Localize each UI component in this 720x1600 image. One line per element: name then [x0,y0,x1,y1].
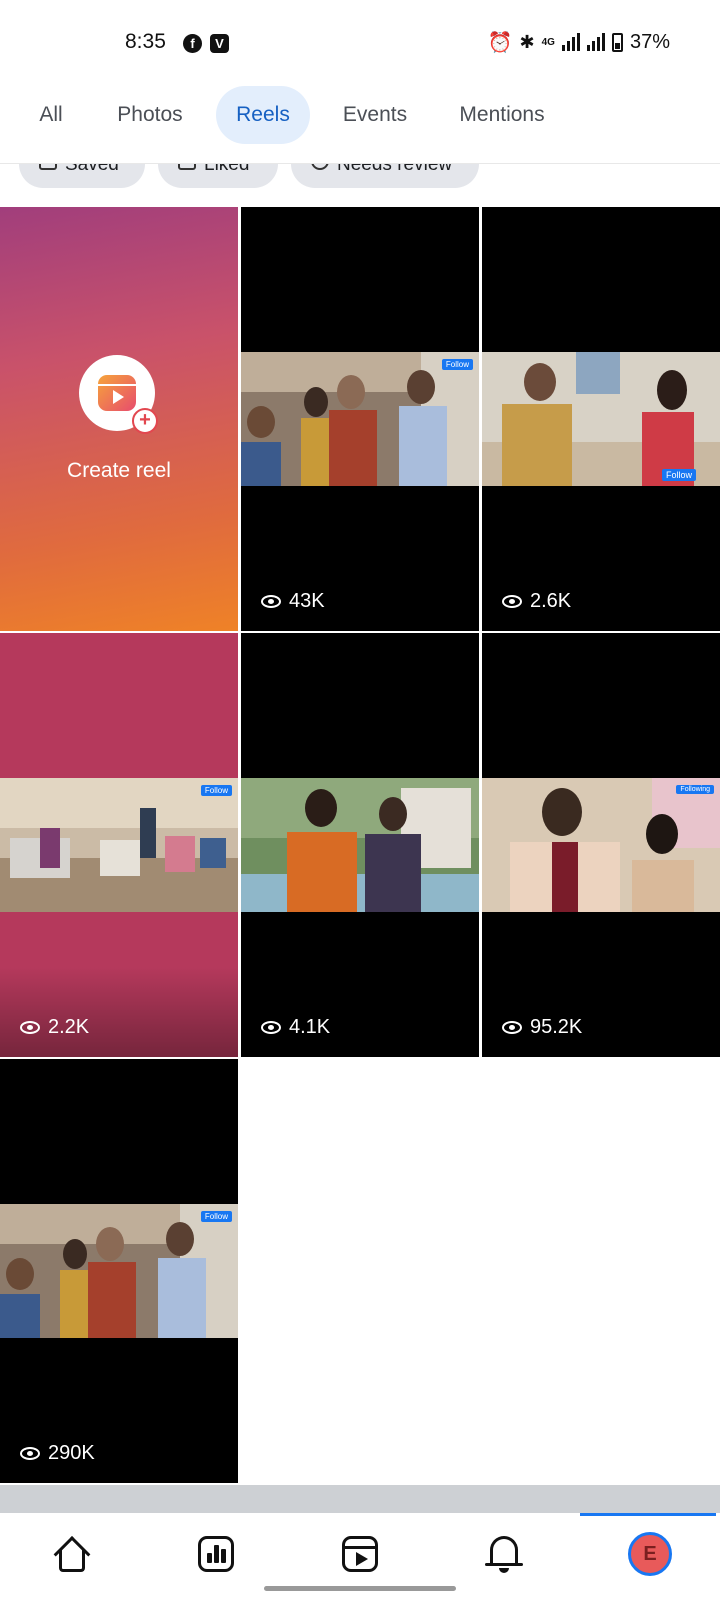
reel-tile[interactable]: Follow 290K [0,1059,238,1483]
reel-tile[interactable]: Follow 2.2K [0,633,238,1057]
follow-badge: Follow [200,785,232,796]
eye-icon [261,1021,281,1034]
bluetooth-icon: ✱ [519,31,535,52]
reel-thumbnail [0,1204,238,1338]
view-count: 95.2K [502,1016,582,1039]
v-app-icon: V [210,34,229,53]
tab-all[interactable]: All [24,86,78,144]
notifications-icon [490,1536,518,1564]
create-reel-label: Create reel [67,459,171,482]
reel-thumbnail [482,778,720,912]
alarm-icon: ⏰ [487,31,513,54]
bell-base [485,1563,523,1566]
view-count-label: 2.6K [530,590,572,612]
status-indicators: ⏰ ✱ 4G 37% [488,30,670,54]
follow-badge: Follow [200,1211,232,1222]
view-count-label: 95.2K [530,1016,583,1038]
reels-icon [98,375,136,411]
status-bar: 8:35 f V ⏰ ✱ 4G 37% [0,0,720,78]
tab-mentions[interactable]: Mentions [446,86,558,144]
tile-shade [0,967,238,1057]
plus-icon: + [132,408,158,434]
view-count-label: 43K [289,590,325,612]
tabs-divider [0,163,720,164]
reel-tile[interactable]: 4.1K [241,633,479,1057]
reel-tile[interactable]: Follow 2.6K [482,207,720,631]
dashboard-icon [198,1536,234,1572]
tab-events[interactable]: Events [332,86,418,144]
reel-tile[interactable]: Following 95.2K [482,633,720,1057]
signal-icon-2 [586,33,605,51]
reel-thumbnail [241,778,479,912]
tab-bar: All Photos Reels Events Mentions [0,86,720,146]
bell-clapper [499,1568,509,1573]
signal-icon [561,33,580,51]
reel-thumbnail [0,778,238,912]
profile-avatar[interactable]: E [628,1532,672,1576]
home-icon [53,1536,91,1573]
view-count: 43K [261,590,325,613]
eye-icon [20,1447,40,1460]
view-count-label: 2.2K [48,1016,90,1038]
view-count: 2.2K [20,1016,89,1039]
view-count-label: 4.1K [289,1016,331,1038]
eye-icon [261,595,281,608]
view-count: 4.1K [261,1016,330,1039]
nav-notifications[interactable] [482,1532,526,1576]
nav-home[interactable] [50,1532,94,1576]
tab-photos[interactable]: Photos [108,86,192,144]
follow-badge: Follow [661,469,696,481]
system-home-indicator[interactable] [264,1586,456,1591]
tab-reels[interactable]: Reels [216,86,310,144]
follow-badge: Following [676,785,714,794]
facebook-icon: f [183,34,202,53]
view-count: 290K [20,1442,95,1465]
nav-dashboard[interactable] [194,1532,238,1576]
network-label: 4G [541,36,555,48]
eye-icon [20,1021,40,1034]
reel-thumbnail [482,352,720,486]
follow-badge: Follow [441,359,473,370]
create-reel-tile[interactable]: + Create reel [0,207,238,631]
reel-thumbnail [241,352,479,486]
status-time: 8:35 [125,30,166,53]
eye-icon [502,1021,522,1034]
view-count: 2.6K [502,590,571,613]
battery-icon [611,32,623,52]
reel-tile[interactable]: Follow 43K [241,207,479,631]
nav-video[interactable] [338,1532,382,1576]
battery-percent: 37% [629,30,670,53]
view-count-label: 290K [48,1442,95,1464]
eye-icon [502,595,522,608]
scroll-strip [0,1485,720,1513]
video-icon [342,1536,378,1572]
